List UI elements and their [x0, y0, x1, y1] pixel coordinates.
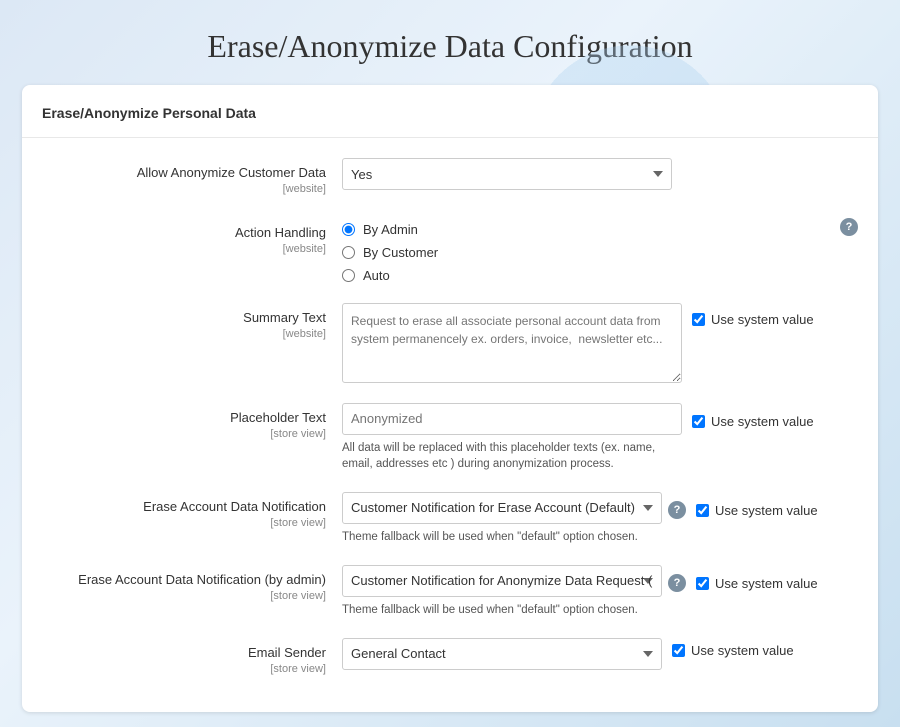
- erase-notification-use-system-label: Use system value: [715, 503, 818, 518]
- summary-text-use-system: Use system value: [692, 307, 814, 327]
- placeholder-text-controls: Use system value All data will be replac…: [342, 403, 858, 472]
- erase-notification-admin-controls: Customer Notification for Anonymize Data…: [342, 565, 858, 618]
- erase-notification-row: Erase Account Data Notification [store v…: [22, 482, 878, 555]
- erase-notification-hint: Theme fallback will be used when "defaul…: [342, 529, 638, 545]
- placeholder-text-input[interactable]: [342, 403, 682, 435]
- allow-anonymize-row: Allow Anonymize Customer Data [website] …: [22, 148, 878, 208]
- email-sender-label: Email Sender [store view]: [42, 638, 342, 678]
- action-handling-controls: By Admin By Customer Auto: [342, 218, 834, 283]
- erase-notification-admin-hint: Theme fallback will be used when "defaul…: [342, 602, 638, 618]
- allow-anonymize-select[interactable]: Yes No: [342, 158, 672, 190]
- erase-notification-admin-use-system-checkbox[interactable]: [696, 577, 709, 590]
- erase-notification-select[interactable]: Customer Notification for Erase Account …: [342, 492, 662, 524]
- summary-text-textarea[interactable]: [342, 303, 682, 383]
- card-title: Erase/Anonymize Personal Data: [22, 105, 878, 138]
- summary-text-label: Summary Text [website]: [42, 303, 342, 343]
- erase-notification-admin-use-system: Use system value: [696, 571, 818, 591]
- placeholder-text-row: Placeholder Text [store view] Use system…: [22, 393, 878, 482]
- email-sender-use-system: Use system value: [672, 638, 794, 658]
- action-handling-row: Action Handling [website] By Admin By Cu…: [22, 208, 878, 293]
- erase-notification-admin-select[interactable]: Customer Notification for Anonymize Data…: [342, 565, 662, 597]
- erase-notification-controls: Customer Notification for Erase Account …: [342, 492, 858, 545]
- radio-by-customer-label: By Customer: [363, 245, 438, 260]
- placeholder-text-label: Placeholder Text [store view]: [42, 403, 342, 443]
- summary-text-controls: Use system value: [342, 303, 858, 383]
- placeholder-text-hint: All data will be replaced with this plac…: [342, 440, 682, 472]
- erase-notification-admin-select-wrap: Customer Notification for Anonymize Data…: [342, 565, 686, 597]
- erase-notification-admin-label: Erase Account Data Notification (by admi…: [42, 565, 342, 605]
- placeholder-text-use-system-checkbox[interactable]: [692, 415, 705, 428]
- erase-notification-use-system-checkbox[interactable]: [696, 504, 709, 517]
- radio-by-customer-input[interactable]: [342, 246, 355, 259]
- erase-notification-label: Erase Account Data Notification [store v…: [42, 492, 342, 532]
- placeholder-text-use-system-label: Use system value: [711, 414, 814, 429]
- erase-notification-use-system: Use system value: [696, 498, 818, 518]
- email-sender-row: Email Sender [store view] General Contac…: [22, 628, 878, 688]
- erase-notification-help-icon[interactable]: ?: [668, 501, 686, 519]
- email-sender-use-system-checkbox[interactable]: [672, 644, 685, 657]
- erase-notification-admin-use-system-label: Use system value: [715, 576, 818, 591]
- page-title: Erase/Anonymize Data Configuration: [0, 0, 900, 85]
- action-handling-help-icon[interactable]: ?: [840, 218, 858, 236]
- allow-anonymize-label: Allow Anonymize Customer Data [website]: [42, 158, 342, 198]
- summary-text-row: Summary Text [website] Use system value: [22, 293, 878, 393]
- action-handling-label: Action Handling [website]: [42, 218, 342, 258]
- summary-text-use-system-label: Use system value: [711, 312, 814, 327]
- summary-text-use-system-checkbox[interactable]: [692, 313, 705, 326]
- config-card: Erase/Anonymize Personal Data Allow Anon…: [22, 85, 878, 712]
- action-handling-radio-group: By Admin By Customer Auto: [342, 218, 834, 283]
- email-sender-controls: General Contact Use system value: [342, 638, 858, 670]
- radio-by-customer[interactable]: By Customer: [342, 245, 834, 260]
- radio-auto-input[interactable]: [342, 269, 355, 282]
- email-sender-select[interactable]: General Contact: [342, 638, 662, 670]
- erase-notification-admin-help-icon[interactable]: ?: [668, 574, 686, 592]
- placeholder-text-use-system: Use system value: [692, 409, 814, 429]
- erase-notification-admin-row: Erase Account Data Notification (by admi…: [22, 555, 878, 628]
- radio-auto-label: Auto: [363, 268, 390, 283]
- email-sender-use-system-label: Use system value: [691, 643, 794, 658]
- radio-by-admin-label: By Admin: [363, 222, 418, 237]
- radio-auto[interactable]: Auto: [342, 268, 834, 283]
- erase-notification-select-wrap: Customer Notification for Erase Account …: [342, 492, 686, 524]
- radio-by-admin[interactable]: By Admin: [342, 222, 834, 237]
- allow-anonymize-controls: Yes No: [342, 158, 858, 190]
- radio-by-admin-input[interactable]: [342, 223, 355, 236]
